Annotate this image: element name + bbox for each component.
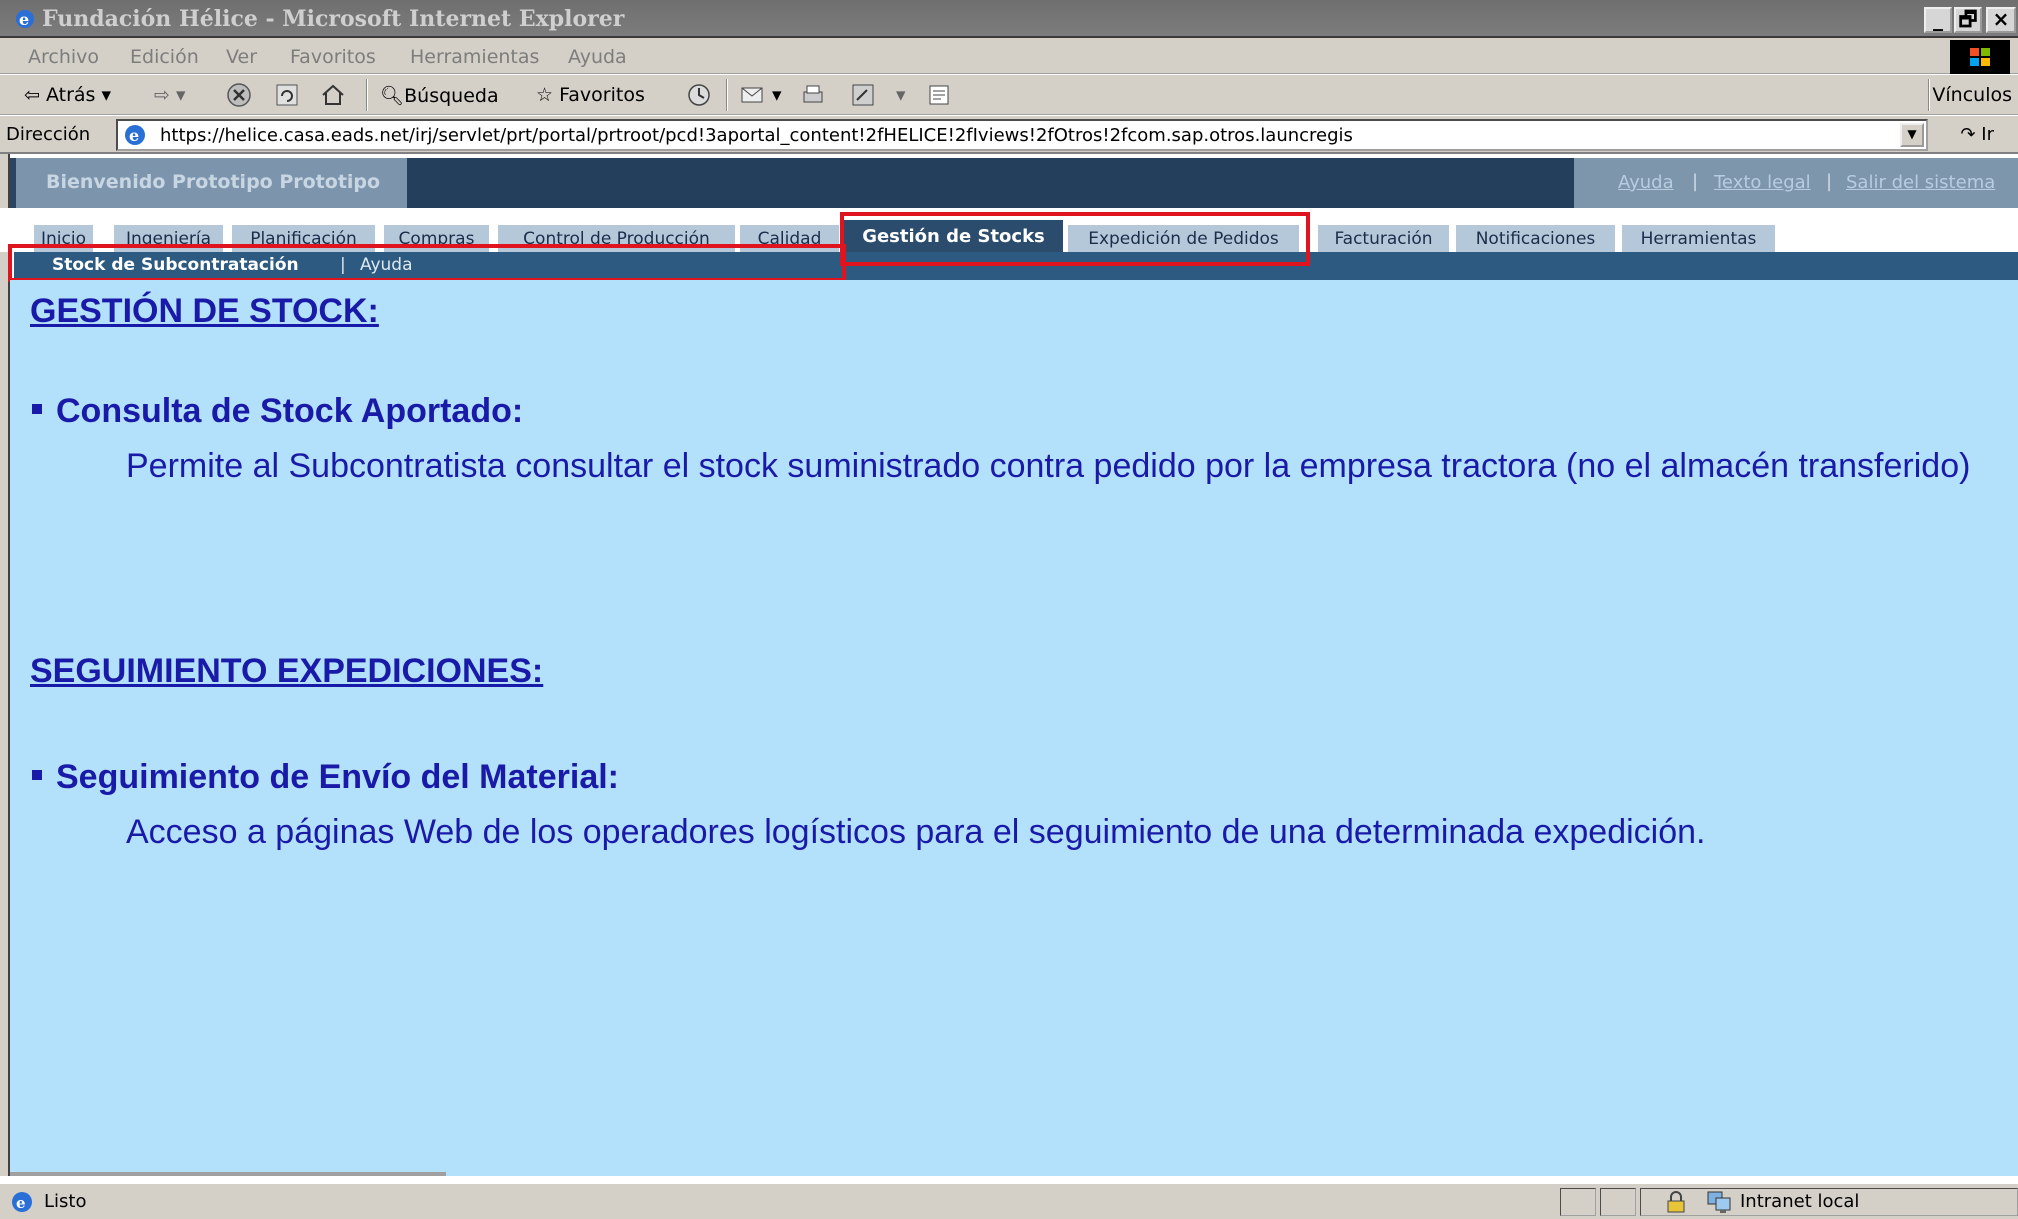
content-area: GESTIÓN DE STOCK: Consulta de Stock Apor… [10, 280, 2018, 1176]
search-label: Búsqueda [404, 85, 499, 107]
go-label: Ir [1981, 124, 1994, 145]
address-dropdown-icon[interactable]: ▼ [1900, 123, 1924, 147]
legal-text-link[interactable]: Texto legal [1714, 172, 1811, 193]
mail-dropdown-icon[interactable]: ▾ [772, 84, 782, 106]
maximize-button[interactable]: 🗗 [1954, 7, 1982, 33]
separator: | [1692, 171, 1699, 192]
highlight-box-subnav [8, 244, 846, 282]
address-label: Dirección [6, 124, 91, 145]
history-icon[interactable] [686, 82, 712, 108]
header-links: Ayuda | Texto legal | Salir del sistema [1574, 158, 2018, 208]
page-status-icon: e [12, 1192, 32, 1212]
tab-notificaciones[interactable]: Notificaciones [1456, 225, 1616, 252]
welcome-text: Bienvenido Prototipo Prototipo [46, 171, 381, 193]
minimize-button[interactable]: _ [1924, 7, 1952, 33]
bullet-icon [32, 404, 42, 415]
window-title: Fundación Hélice - Microsoft Internet Ex… [42, 6, 625, 32]
item-seguimiento-envio-label: Seguimiento de Envío del Material: [56, 758, 619, 796]
tab-herramientas[interactable]: Herramientas [1622, 225, 1776, 252]
menu-ayuda[interactable]: Ayuda [568, 46, 627, 68]
section-title-stock: GESTIÓN DE STOCK: [30, 292, 379, 330]
item-consulta-stock-description: Permite al Subcontratista consultar el s… [126, 447, 1971, 485]
window-title-bar: e Fundación Hélice - Microsoft Internet … [0, 0, 2018, 38]
home-icon[interactable] [320, 82, 346, 108]
forward-arrow-icon: ⇨ [154, 84, 170, 106]
forward-dropdown-icon[interactable]: ▾ [176, 84, 186, 106]
page-icon: e [125, 125, 145, 145]
go-button[interactable]: ↷ Ir [1960, 124, 1994, 145]
back-label: Atrás [45, 84, 96, 106]
links-label[interactable]: Vínculos [1932, 84, 2012, 106]
lock-icon [1667, 1191, 1685, 1213]
back-button[interactable]: ⇦ Atrás ▾ [24, 84, 111, 106]
menu-ver[interactable]: Ver [226, 46, 257, 68]
svg-text:e: e [129, 126, 139, 145]
menu-archivo[interactable]: Archivo [28, 46, 99, 68]
status-text: Listo [44, 1191, 87, 1212]
item-seguimiento-envio-description: Acceso a páginas Web de los operadores l… [126, 813, 1706, 851]
intranet-zone-icon [1707, 1191, 1731, 1213]
status-panel [1560, 1188, 1596, 1216]
horizontal-scrollbar[interactable] [10, 1172, 446, 1176]
forward-button[interactable]: ⇨ ▾ [154, 84, 186, 106]
favorites-button[interactable]: ☆ Favoritos [536, 84, 645, 106]
item-consulta-stock-label: Consulta de Stock Aportado: [56, 392, 524, 430]
windows-logo-icon [1950, 40, 2010, 74]
svg-text:e: e [16, 1194, 26, 1212]
status-bar: e Listo Intranet local [0, 1182, 2018, 1219]
item-consulta-stock: Consulta de Stock Aportado: [32, 392, 523, 431]
menu-bar: Archivo Edición Ver Favoritos Herramient… [0, 38, 2018, 74]
navigation-toolbar: ⇦ Atrás ▾ ⇨ ▾ 🔍︎Búsqueda ☆ Favoritos ▾ ▾… [0, 75, 2018, 115]
address-input[interactable]: e https://helice.casa.eads.net/irj/servl… [116, 119, 1928, 151]
portal-header: Bienvenido Prototipo Prototipo Ayuda | T… [10, 158, 2018, 208]
discuss-icon[interactable] [926, 82, 952, 108]
close-button[interactable]: × [1986, 7, 2016, 33]
favorites-star-icon: ☆ [536, 84, 554, 106]
logout-link[interactable]: Salir del sistema [1846, 172, 1995, 193]
section-title-expediciones: SEGUIMIENTO EXPEDICIONES: [30, 652, 544, 690]
status-panel [1600, 1188, 1636, 1216]
edit-dropdown-icon[interactable]: ▾ [896, 84, 906, 106]
go-arrow-icon: ↷ [1960, 124, 1976, 145]
mail-icon[interactable] [740, 82, 766, 108]
tab-facturacion[interactable]: Facturación [1318, 225, 1450, 252]
search-icon: 🔍︎ [380, 85, 405, 107]
back-dropdown-icon[interactable]: ▾ [101, 84, 111, 106]
address-url: https://helice.casa.eads.net/irj/servlet… [160, 125, 1353, 146]
menu-edicion[interactable]: Edición [130, 46, 199, 68]
item-seguimiento-envio: Seguimiento de Envío del Material: [32, 758, 619, 797]
address-bar: Dirección e https://helice.casa.eads.net… [0, 116, 2018, 154]
welcome-panel: Bienvenido Prototipo Prototipo [10, 158, 407, 208]
stop-icon[interactable] [226, 82, 252, 108]
print-icon[interactable] [800, 82, 826, 108]
help-link[interactable]: Ayuda [1618, 172, 1674, 193]
internet-explorer-icon: e [16, 10, 34, 29]
edit-icon[interactable] [850, 82, 876, 108]
highlight-box-tabs [840, 212, 1310, 266]
svg-text:e: e [19, 10, 29, 29]
menu-herramientas[interactable]: Herramientas [410, 46, 539, 68]
refresh-icon[interactable] [274, 82, 300, 108]
security-zone-label: Intranet local [1740, 1191, 1860, 1212]
bullet-icon [32, 770, 42, 781]
menu-favoritos[interactable]: Favoritos [290, 46, 376, 68]
window-left-border [0, 154, 10, 1176]
search-button[interactable]: 🔍︎Búsqueda [380, 84, 499, 107]
favorites-label: Favoritos [559, 84, 645, 106]
back-arrow-icon: ⇦ [24, 84, 40, 106]
separator: | [1826, 171, 1833, 192]
